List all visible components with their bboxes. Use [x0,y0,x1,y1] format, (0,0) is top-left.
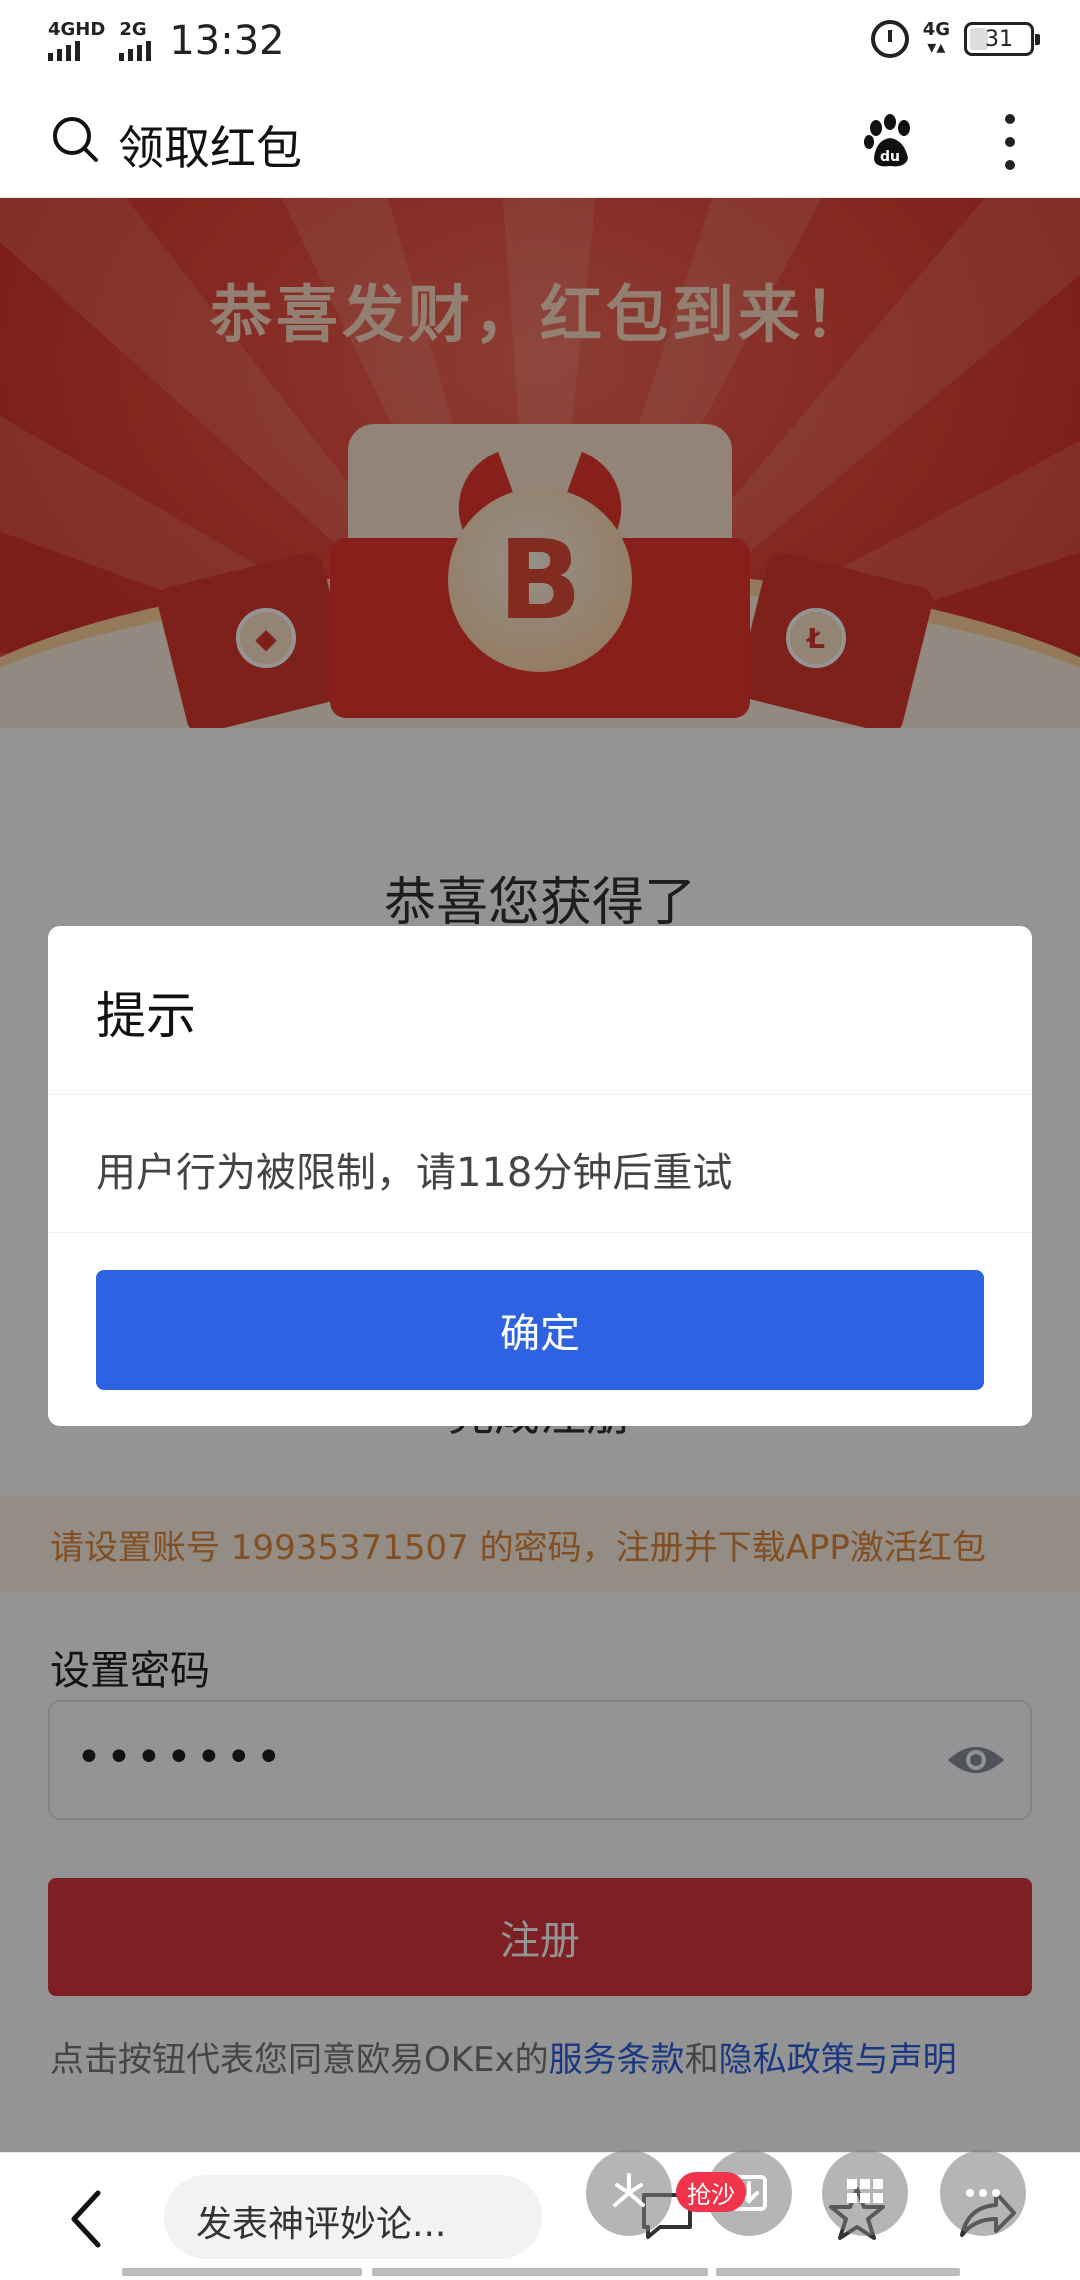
status-time: 13:32 [169,18,285,64]
dialog-divider [48,1232,1032,1233]
svg-text:du: du [880,149,900,165]
search-query[interactable]: 领取红包 [118,112,302,178]
comment-placeholder: 发表神评妙论... [196,2204,447,2245]
dialog-message: 用户行为被限制，请118分钟后重试 [96,1150,733,1196]
sim2-label: 2G [119,19,147,40]
network-indicator: 4G ▾▴ [922,19,950,58]
back-icon[interactable] [66,2189,106,2249]
network-label: 4G [922,19,950,40]
dialog-title: 提示 [96,987,196,1045]
comment-input[interactable]: 发表神评妙论... [164,2175,542,2259]
alert-dialog: 提示 用户行为被限制，请118分钟后重试 确定 [48,926,1032,1426]
search-header: 领取红包 du [0,84,1080,198]
battery-level: 31 [985,26,1013,52]
baidu-paw-icon[interactable]: du [862,114,918,170]
nav-indicator [122,2268,362,2276]
sim2-signal-icon: 2G [119,19,152,61]
confirm-button[interactable]: 确定 [96,1270,984,1390]
dialog-divider [48,1094,1032,1095]
grid-icon[interactable] [822,2150,908,2236]
ai-icon[interactable] [586,2150,672,2236]
sim1-signal-icon: 4GHD [48,21,105,61]
nav-indicator [372,2268,708,2276]
battery-icon: 31 [964,22,1040,56]
nav-indicator [716,2268,960,2276]
alarm-icon [870,20,909,58]
sim1-label: 4GHD [48,19,106,40]
status-bar: 4GHD 2G 13:32 4G ▾▴ 31 [0,0,1080,84]
more-icon[interactable] [940,2150,1026,2236]
comment-badge: 抢沙 [676,2172,746,2212]
more-vertical-icon[interactable] [1000,114,1020,170]
bottom-toolbar: 发表神评妙论... [0,2152,1080,2280]
search-icon[interactable] [50,114,100,164]
